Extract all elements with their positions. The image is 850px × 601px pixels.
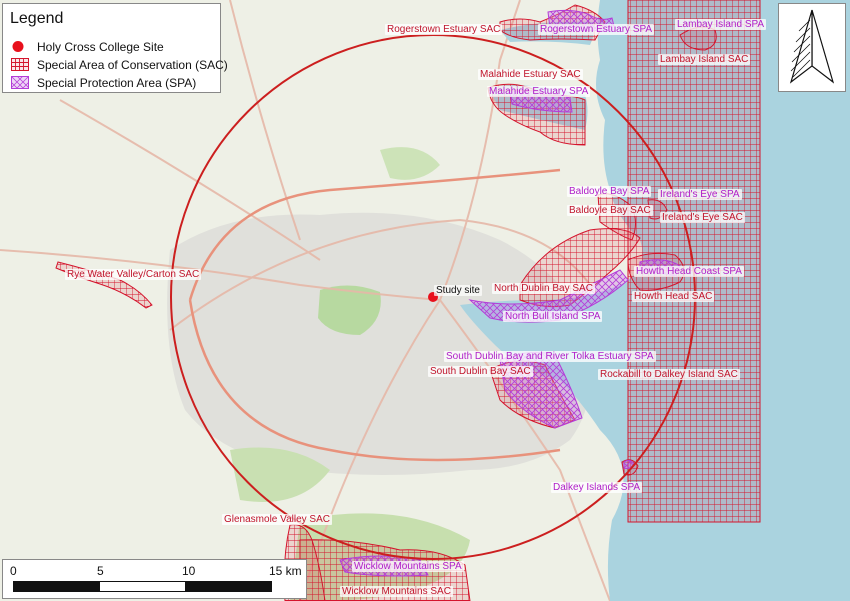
- label-south-dublin-bay-sac: South Dublin Bay SAC: [428, 366, 533, 377]
- scale-tick: 15 km: [269, 564, 302, 578]
- legend-panel: Legend Holy Cross College Site Special A…: [2, 3, 228, 93]
- north-arrow-icon: [789, 9, 835, 84]
- scale-tick: 10: [182, 564, 196, 578]
- legend-item-label: Special Area of Conservation (SAC): [37, 58, 228, 72]
- scale-tick: 0: [10, 564, 17, 578]
- label-malahide-estuary-spa: Malahide Estuary SPA: [487, 86, 591, 97]
- label-rogerstown-estuary-sac: Rogerstown Estuary SAC: [385, 24, 503, 35]
- scale-tick: 5: [97, 564, 104, 578]
- legend-item-label: Holy Cross College Site: [37, 40, 164, 54]
- scale-bar: 0 5 10 15 km: [2, 559, 307, 599]
- label-study-site: Study site: [434, 285, 482, 296]
- label-dalkey-islands-spa: Dalkey Islands SPA: [551, 482, 643, 493]
- label-howth-head-sac: Howth Head SAC: [632, 291, 715, 302]
- label-malahide-estuary-sac: Malahide Estuary SAC: [478, 69, 583, 80]
- label-irelands-eye-spa: Ireland's Eye SPA: [658, 189, 742, 200]
- label-irelands-eye-sac: Ireland's Eye SAC: [660, 212, 745, 223]
- label-baldoyle-bay-spa: Baldoyle Bay SPA: [567, 186, 652, 197]
- label-north-dublin-bay-sac: North Dublin Bay SAC: [492, 283, 595, 294]
- label-lambay-island-sac: Lambay Island SAC: [658, 54, 751, 65]
- label-wicklow-mountains-sac: Wicklow Mountains SAC: [340, 586, 453, 597]
- label-glenasmole-valley-sac: Glenasmole Valley SAC: [222, 514, 332, 525]
- label-baldoyle-bay-sac: Baldoyle Bay SAC: [567, 205, 653, 216]
- label-rogerstown-estuary-spa: Rogerstown Estuary SPA: [538, 24, 655, 35]
- label-lambay-island-spa: Lambay Island SPA: [675, 19, 767, 30]
- label-north-bull-island-spa: North Bull Island SPA: [503, 311, 603, 322]
- legend-title: Legend: [10, 10, 64, 27]
- legend-item-label: Special Protection Area (SPA): [37, 76, 197, 90]
- scale-bar-graphic: [13, 581, 272, 592]
- label-rockabill-to-dalkey-island-sac: Rockabill to Dalkey Island SAC: [598, 369, 740, 380]
- label-wicklow-mountains-spa: Wicklow Mountains SPA: [352, 561, 464, 572]
- label-howth-head-coast-spa: Howth Head Coast SPA: [634, 266, 744, 277]
- north-arrow-panel: [778, 3, 846, 92]
- label-rye-water-valley-carton-sac: Rye Water Valley/Carton SAC: [65, 269, 202, 280]
- label-south-dublin-bay-tolka-spa: South Dublin Bay and River Tolka Estuary…: [444, 351, 656, 362]
- red-grid-hatch-icon: [11, 58, 29, 71]
- red-dot-icon: [12, 41, 24, 52]
- purple-crosshatch-icon: [11, 76, 29, 89]
